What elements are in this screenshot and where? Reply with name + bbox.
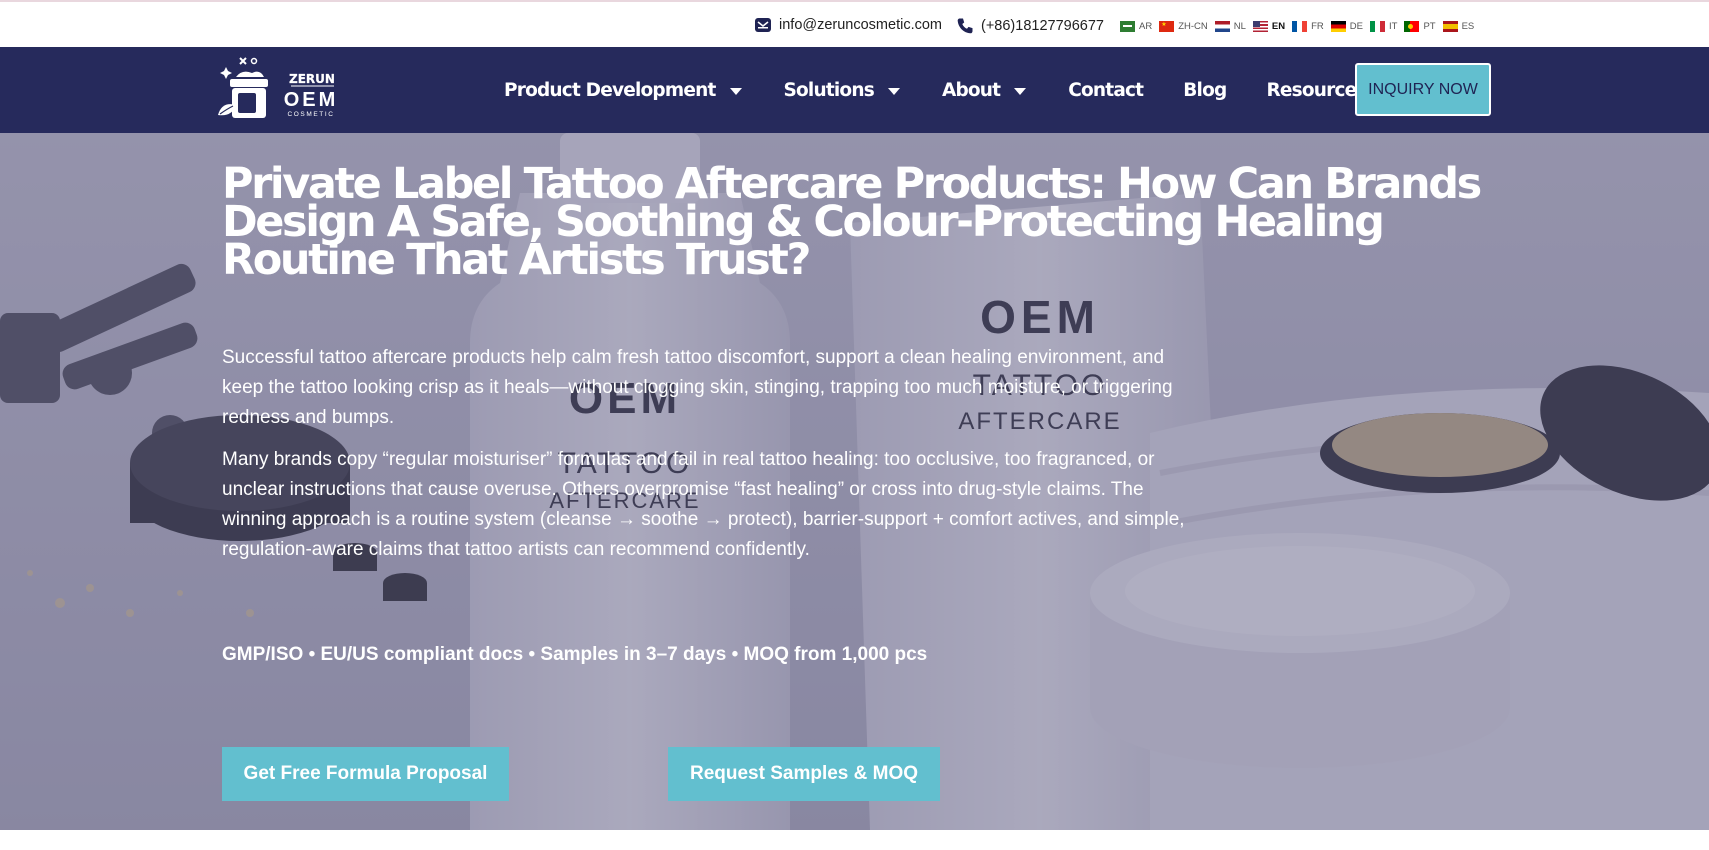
logo-tag: COSMETIC [287, 111, 334, 118]
logo-oem: OEM [284, 89, 339, 111]
netherlands-flag-icon [1214, 21, 1230, 32]
menu-item-label[interactable]: Blog [1183, 80, 1227, 101]
portugal-flag-icon [1404, 21, 1420, 32]
hero-section: OEM TATTOO AFTERCARE OEM TATTOO AFTERCAR… [0, 133, 1709, 830]
logo-brand: ZERUN [289, 72, 335, 86]
spain-flag-icon [1442, 21, 1458, 32]
china-flag-icon: ★ [1159, 21, 1175, 32]
lang-label[interactable]: PT [1423, 21, 1435, 32]
phone-text[interactable]: (+86)18127796677 [981, 18, 1104, 34]
menu-item-label[interactable]: Solutions [784, 80, 875, 101]
lang-nl[interactable]: NL [1214, 21, 1246, 32]
saudi-flag-icon [1120, 21, 1135, 32]
email-icon [754, 17, 772, 33]
usa-flag-icon [1252, 21, 1268, 32]
site-logo[interactable]: ZERUN OEM COSMETIC [216, 55, 346, 125]
page-bottom-strip [0, 830, 1709, 850]
lang-ar[interactable]: AR [1120, 21, 1152, 32]
menu-item-label[interactable]: About [942, 80, 1001, 101]
phone-link[interactable]: (+86)18127796677 [956, 17, 1104, 35]
menu-item-contact[interactable]: Contact [1068, 80, 1144, 101]
email-text[interactable]: info@zeruncosmetic.com [779, 17, 942, 33]
lang-en[interactable]: EN [1252, 21, 1285, 32]
top-utility-bar: info@zeruncosmetic.com (+86)18127796677 … [0, 0, 1709, 47]
menu-item-solutions[interactable]: Solutions [784, 80, 900, 101]
request-samples-button[interactable]: Request Samples & MOQ [668, 747, 940, 801]
chevron-down-icon[interactable] [887, 87, 900, 95]
primary-menu: Product Development Solutions About Cont… [504, 47, 1393, 133]
lang-label[interactable]: FR [1311, 21, 1324, 32]
language-switcher: AR ★ ZH-CN NL EN FR DE IT PT ES [1120, 21, 1474, 32]
lang-label[interactable]: DE [1350, 21, 1363, 32]
germany-flag-icon [1330, 21, 1346, 32]
inquiry-now-button[interactable]: INQUIRY NOW [1355, 63, 1491, 116]
lang-es[interactable]: ES [1442, 21, 1475, 32]
italy-flag-icon [1370, 21, 1385, 32]
lang-label[interactable]: NL [1234, 21, 1246, 32]
hero-detail-paragraph: Many brands copy “regular moisturiser” f… [222, 449, 1185, 560]
lang-label[interactable]: EN [1272, 21, 1285, 32]
logo-graphic: ZERUN OEM COSMETIC [218, 57, 339, 118]
free-formula-proposal-button[interactable]: Get Free Formula Proposal [222, 747, 509, 801]
main-navigation: ZERUN OEM COSMETIC Product Development S… [0, 47, 1709, 133]
trust-badges: GMP/ISO • EU/US compliant docs • Samples… [222, 644, 928, 665]
menu-item-label[interactable]: Resources [1266, 80, 1367, 101]
menu-item-label[interactable]: Contact [1068, 80, 1144, 101]
lang-fr[interactable]: FR [1292, 21, 1324, 32]
hero-title: Private Label Tattoo Aftercare Products:… [222, 159, 1482, 285]
menu-item-product-development[interactable]: Product Development [504, 80, 742, 101]
chevron-down-icon[interactable] [729, 87, 742, 95]
phone-icon [956, 17, 974, 35]
lang-label[interactable]: ZH-CN [1178, 21, 1208, 32]
menu-item-label[interactable]: Product Development [504, 80, 716, 101]
france-flag-icon [1292, 21, 1308, 32]
email-link[interactable]: info@zeruncosmetic.com [754, 17, 942, 33]
menu-item-about[interactable]: About [942, 80, 1027, 101]
chevron-down-icon[interactable] [1014, 87, 1027, 95]
lang-label[interactable]: ES [1462, 21, 1475, 32]
lang-zh-cn[interactable]: ★ ZH-CN [1159, 21, 1208, 32]
lang-de[interactable]: DE [1330, 21, 1363, 32]
lang-it[interactable]: IT [1370, 21, 1397, 32]
lang-pt[interactable]: PT [1404, 21, 1436, 32]
hero-intro-paragraph: Successful tattoo aftercare products hel… [222, 347, 1173, 428]
lang-label[interactable]: AR [1139, 21, 1152, 32]
menu-item-blog[interactable]: Blog [1183, 80, 1227, 101]
lang-label[interactable]: IT [1389, 21, 1397, 32]
